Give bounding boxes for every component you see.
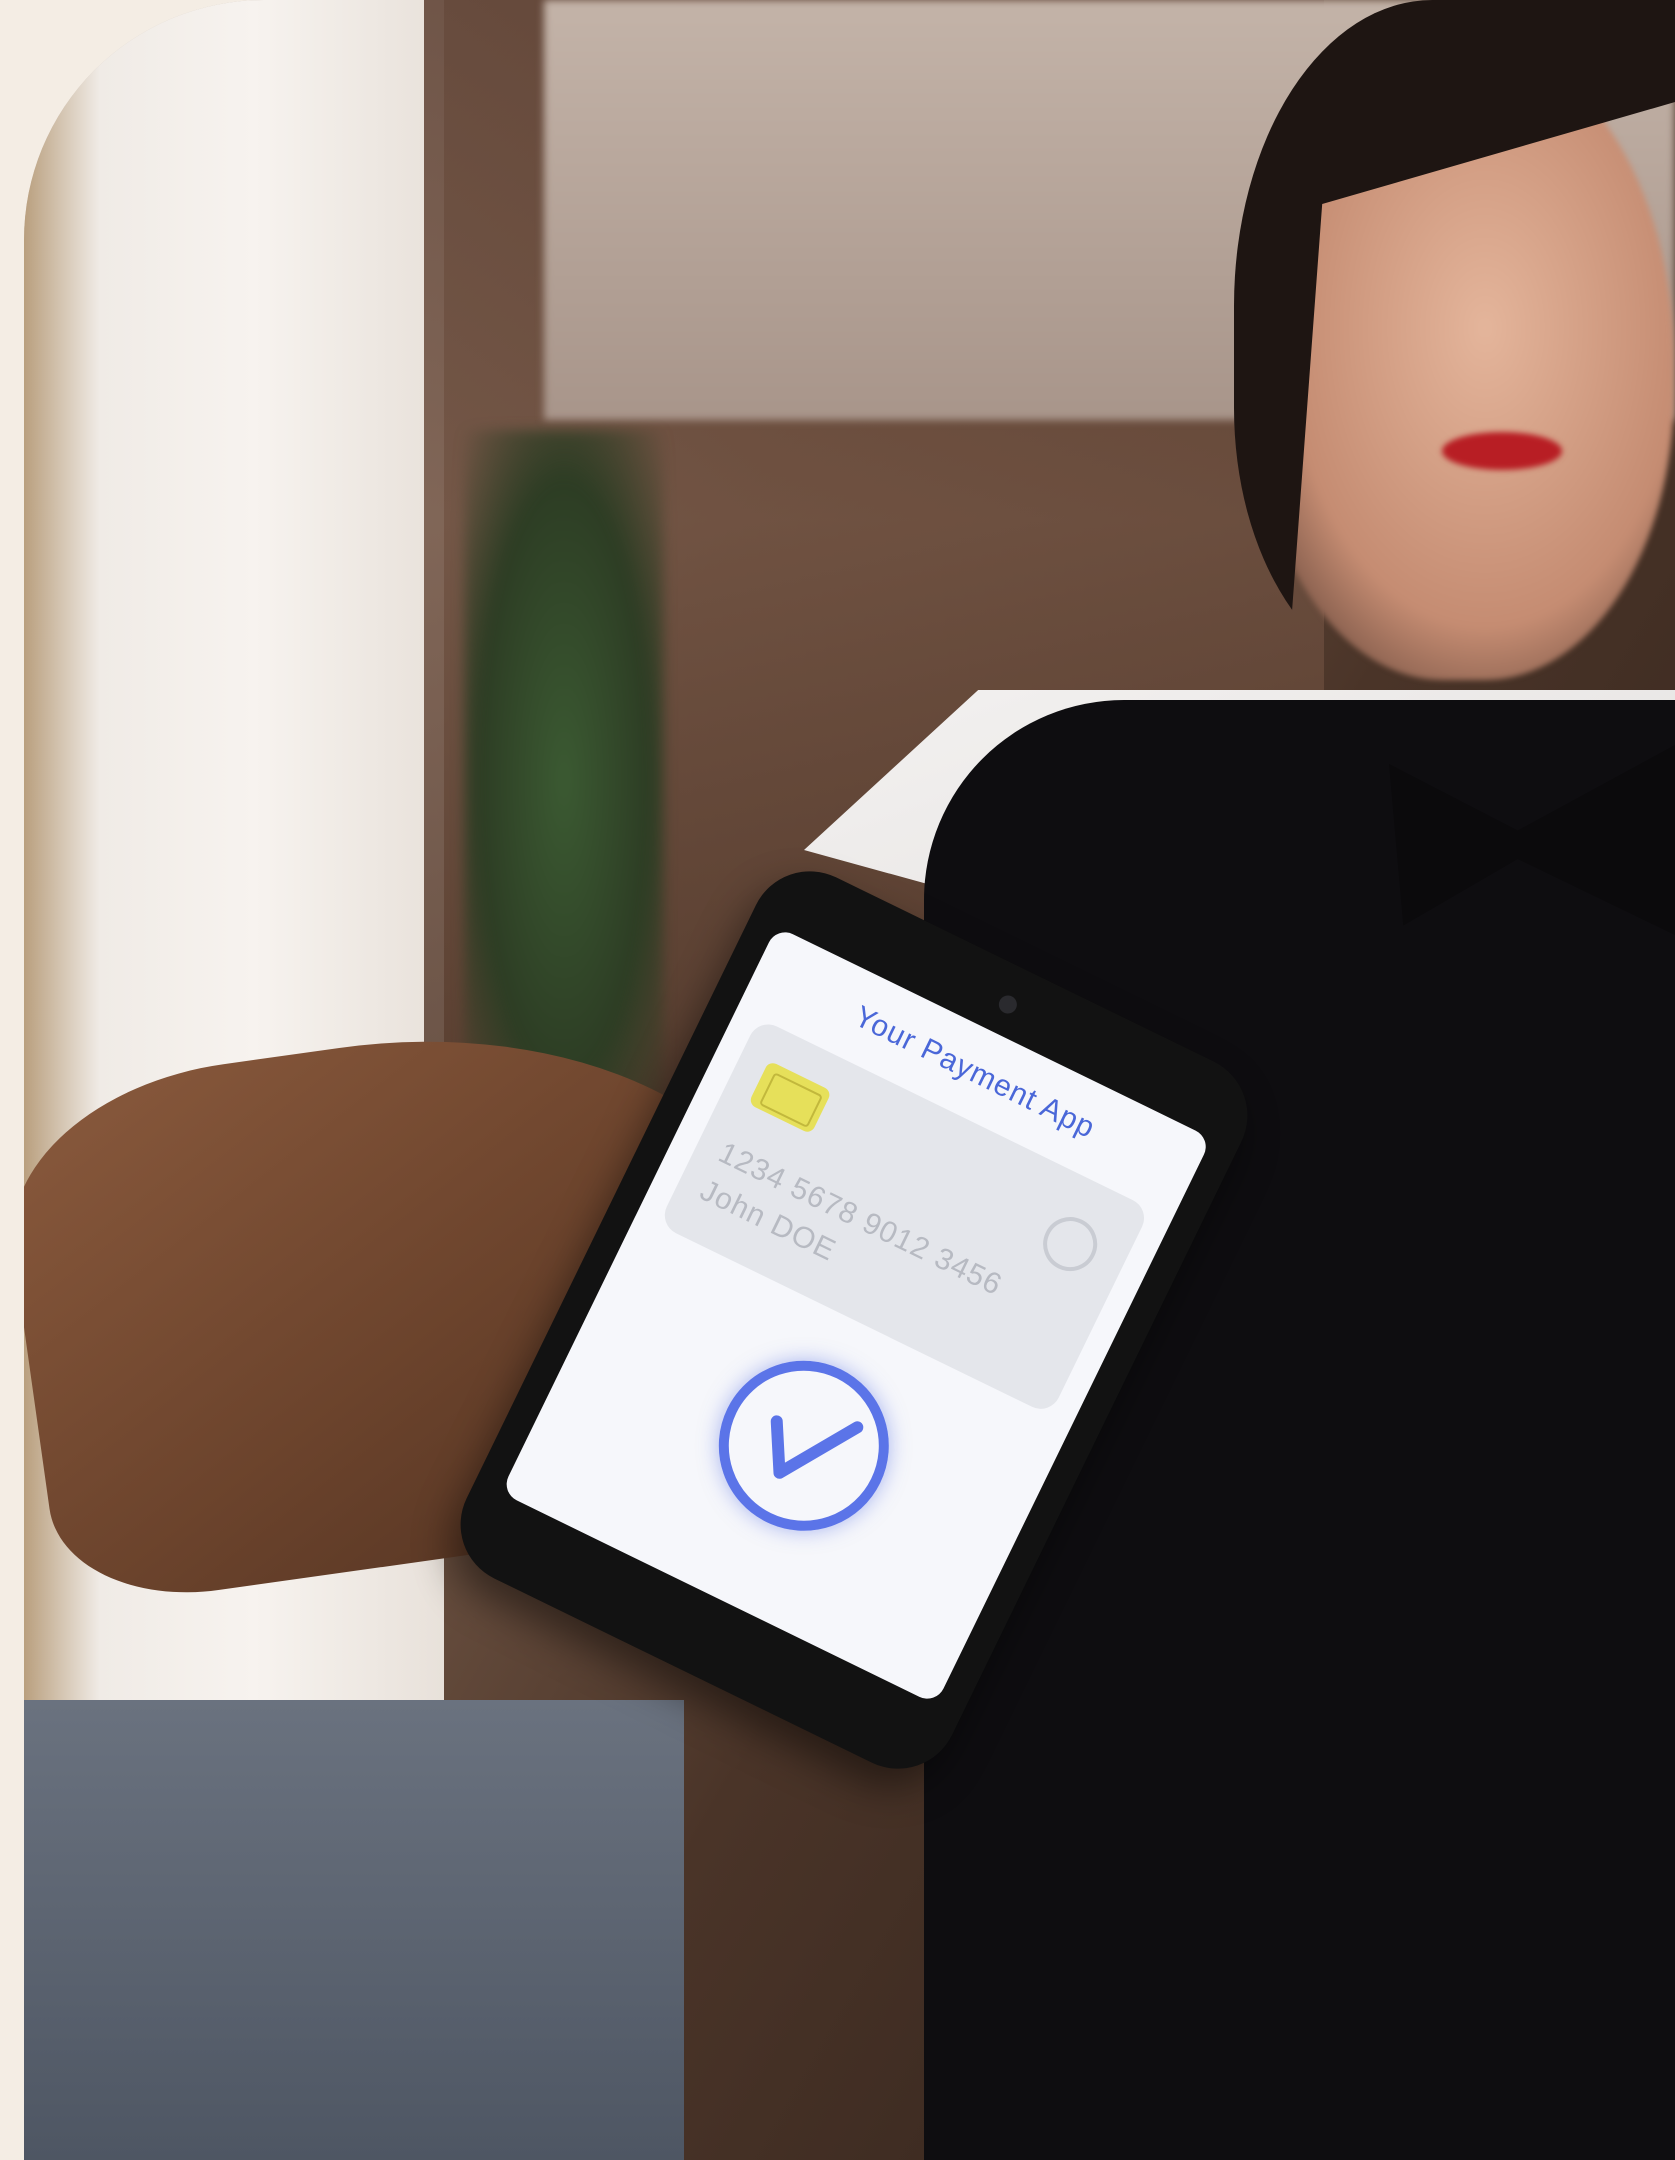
laptop-desk: [24, 1700, 684, 2160]
checkmark-icon: [690, 1332, 918, 1560]
background-plant: [464, 430, 664, 1130]
chip-icon: [748, 1060, 833, 1135]
contactless-icon: [1034, 1207, 1107, 1281]
clerk-lips: [1442, 432, 1562, 470]
credit-card: 1234 5678 9012 3456 John DOE: [658, 1017, 1151, 1416]
camera-icon: [995, 992, 1020, 1017]
photo: Your Payment App 1234 5678 9012 3456 Joh…: [24, 0, 1675, 2160]
